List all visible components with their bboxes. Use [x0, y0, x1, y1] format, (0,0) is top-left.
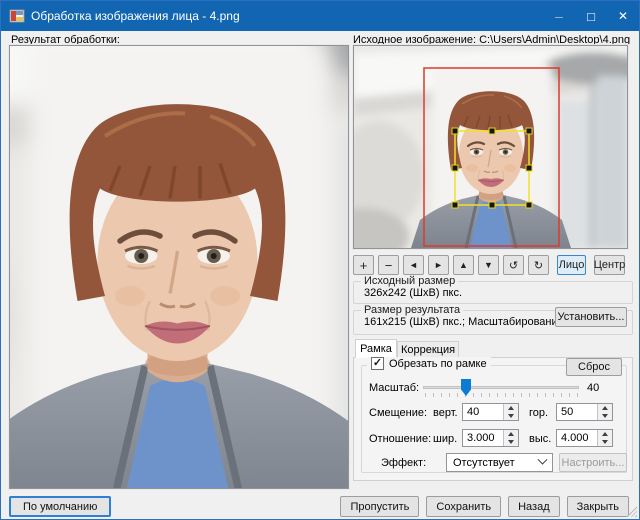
crop-checkbox[interactable]: ✓ [371, 357, 384, 370]
offset-horiz-down-button[interactable] [598, 412, 612, 420]
source-size-value: 326x242 (ШхВ) пкс. [364, 287, 463, 299]
ratio-width-input[interactable] [463, 430, 503, 446]
effect-value: Отсутствует [453, 456, 515, 469]
arrow-right-icon: ► [434, 260, 443, 270]
result-image-panel [9, 45, 349, 489]
ratio-width-up-button[interactable] [504, 430, 518, 438]
offset-horiz-label: гор. [529, 407, 549, 419]
arrow-down-icon: ▼ [484, 260, 493, 270]
minimize-button[interactable]: – [543, 1, 575, 31]
skip-button[interactable]: Пропустить [340, 496, 420, 517]
title-bar[interactable]: Обработка изображения лица - 4.png – □ ✕ [1, 1, 639, 31]
move-down-button[interactable]: ▼ [478, 255, 499, 275]
move-left-button[interactable]: ◄ [403, 255, 424, 275]
tab-correction[interactable]: Коррекция [397, 341, 459, 358]
close-icon: ✕ [617, 9, 629, 23]
offset-vert-input[interactable] [463, 404, 503, 420]
ratio-width-down-button[interactable] [504, 438, 518, 446]
source-image-panel[interactable] [353, 45, 628, 249]
default-button[interactable]: По умолчанию [9, 496, 112, 517]
ratio-height-up-button[interactable] [598, 430, 612, 438]
offset-vert-spinner[interactable] [462, 403, 519, 421]
result-size-group: Размер результата 161x215 (ШхВ) пкс.; Ма… [353, 304, 633, 335]
save-button[interactable]: Сохранить [426, 496, 502, 517]
ratio-width-spinner[interactable] [462, 429, 519, 447]
result-image [10, 46, 348, 488]
scale-label: Масштаб: [369, 382, 420, 394]
offset-vert-label: верт. [433, 407, 458, 419]
source-size-title: Исходный размер [361, 275, 459, 287]
app-window: Обработка изображения лица - 4.png – □ ✕… [0, 0, 640, 520]
result-size-title: Размер результата [361, 304, 464, 316]
scale-value: 40 [587, 382, 600, 394]
window-title: Обработка изображения лица - 4.png [31, 9, 240, 23]
chevron-down-icon [537, 454, 548, 465]
offset-horiz-up-button[interactable] [598, 404, 612, 412]
app-icon [9, 9, 25, 23]
offset-vert-up-button[interactable] [504, 404, 518, 412]
source-image [354, 46, 627, 248]
offset-horiz-input[interactable] [557, 404, 597, 420]
arrow-left-icon: ◄ [409, 260, 418, 270]
plus-icon: + [359, 257, 368, 273]
image-toolbar: + − ◄ ► ▲ ▼ ↺ ↻ Лицо Центр [353, 255, 633, 275]
minus-icon: − [384, 257, 393, 273]
ratio-height-label: выс. [529, 433, 552, 445]
move-right-button[interactable]: ► [428, 255, 449, 275]
rotate-ccw-icon: ↺ [508, 259, 519, 272]
scale-slider[interactable] [423, 386, 579, 389]
minimize-icon: – [555, 8, 563, 24]
source-size-group: Исходный размер 326x242 (ШхВ) пкс. [353, 275, 633, 304]
configure-effect-button[interactable]: Настроить... [559, 453, 627, 472]
ratio-label: Отношение: [369, 433, 432, 445]
rotate-cw-icon: ↻ [533, 259, 544, 272]
offset-label: Смещение: [369, 407, 428, 419]
reset-button[interactable]: Сброс [566, 358, 622, 376]
ratio-height-spinner[interactable] [556, 429, 613, 447]
check-icon: ✓ [372, 357, 383, 369]
arrow-up-icon: ▲ [459, 260, 468, 270]
effect-label: Эффект: [381, 457, 427, 469]
face-button[interactable]: Лицо [557, 255, 586, 275]
ratio-height-down-button[interactable] [598, 438, 612, 446]
close-action-button[interactable]: Закрыть [566, 496, 629, 517]
ratio-width-label: шир. [433, 433, 458, 445]
center-button[interactable]: Центр [594, 255, 625, 275]
ratio-height-input[interactable] [557, 430, 597, 446]
rotate-cw-button[interactable]: ↻ [528, 255, 549, 275]
back-button[interactable]: Назад [508, 496, 560, 517]
maximize-icon: □ [587, 8, 595, 24]
close-button[interactable]: ✕ [607, 1, 639, 31]
move-up-button[interactable]: ▲ [453, 255, 474, 275]
effect-dropdown[interactable]: Отсутствует [446, 453, 553, 472]
tab-frame[interactable]: Рамка [355, 339, 397, 358]
zoom-out-button[interactable]: − [378, 255, 399, 275]
offset-horiz-spinner[interactable] [556, 403, 613, 421]
rotate-ccw-button[interactable]: ↺ [503, 255, 524, 275]
crop-checkbox-label: Обрезать по рамке [389, 357, 487, 370]
footer-buttons: Пропустить Сохранить Назад Закрыть [340, 496, 629, 517]
crop-checkbox-row[interactable]: ✓ Обрезать по рамке [367, 357, 491, 370]
zoom-in-button[interactable]: + [353, 255, 374, 275]
scale-slider-ticks [425, 393, 579, 397]
offset-vert-down-button[interactable] [504, 412, 518, 420]
maximize-button[interactable]: □ [575, 1, 607, 31]
set-size-button[interactable]: Установить... [555, 307, 627, 327]
